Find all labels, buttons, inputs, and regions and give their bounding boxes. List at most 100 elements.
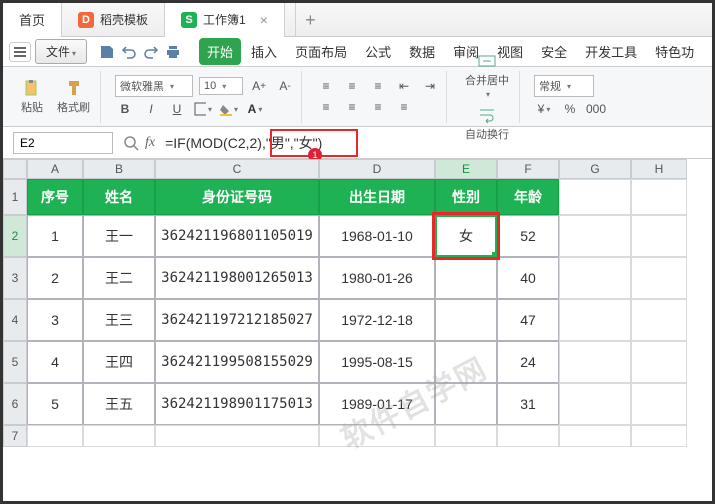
cell[interactable] — [631, 383, 687, 425]
decrease-font-button[interactable]: A- — [275, 77, 295, 95]
underline-button[interactable]: U — [167, 100, 187, 118]
row-6[interactable]: 6 — [3, 383, 27, 425]
ribbon-tab-insert[interactable]: 插入 — [243, 38, 285, 65]
cell[interactable]: 47 — [497, 299, 559, 341]
align-top-button[interactable]: ≡ — [316, 77, 336, 95]
header-cell[interactable]: 身份证号码 — [155, 179, 319, 215]
cell[interactable]: 1995-08-15 — [319, 341, 435, 383]
indent-left-button[interactable]: ⇤ — [394, 77, 414, 95]
row-4[interactable]: 4 — [3, 299, 27, 341]
italic-button[interactable]: I — [141, 100, 161, 118]
formula-input[interactable]: =IF(MOD(C2,2),"男","女") — [161, 131, 326, 155]
header-cell[interactable]: 性别 — [435, 179, 497, 215]
number-format-select[interactable]: 常规 — [534, 75, 594, 97]
cell[interactable] — [319, 425, 435, 447]
row-3[interactable]: 3 — [3, 257, 27, 299]
cell[interactable]: 1968-01-10 — [319, 215, 435, 257]
row-5[interactable]: 5 — [3, 341, 27, 383]
col-D[interactable]: D — [319, 159, 435, 179]
cell[interactable]: 1980-01-26 — [319, 257, 435, 299]
cell[interactable] — [631, 299, 687, 341]
cell[interactable]: 王四 — [83, 341, 155, 383]
cell[interactable] — [435, 341, 497, 383]
cell[interactable]: 2 — [27, 257, 83, 299]
file-menu[interactable]: 文件 — [35, 39, 87, 64]
cell[interactable] — [435, 257, 497, 299]
ribbon-tab-special[interactable]: 特色功 — [647, 38, 702, 65]
cell[interactable] — [559, 341, 631, 383]
cell[interactable] — [559, 299, 631, 341]
cell[interactable] — [27, 425, 83, 447]
cell[interactable]: 362421197212185027 — [155, 299, 319, 341]
name-box[interactable] — [13, 132, 113, 154]
cell[interactable] — [435, 425, 497, 447]
font-select[interactable]: 微软雅黑 — [115, 75, 193, 97]
cell[interactable] — [631, 425, 687, 447]
cell[interactable] — [631, 215, 687, 257]
cell[interactable]: 1989-01-17 — [319, 383, 435, 425]
format-painter-button[interactable]: 格式刷 — [53, 77, 94, 117]
cell[interactable]: 王五 — [83, 383, 155, 425]
col-H[interactable]: H — [631, 159, 687, 179]
cell[interactable] — [559, 179, 631, 215]
cell[interactable]: 王三 — [83, 299, 155, 341]
cell[interactable] — [435, 299, 497, 341]
fx-icon[interactable]: fx — [145, 135, 155, 151]
cell[interactable]: 52 — [497, 215, 559, 257]
tab-home[interactable]: 首页 — [3, 3, 62, 37]
search-icon[interactable] — [123, 135, 139, 151]
cell[interactable] — [631, 179, 687, 215]
cell[interactable]: 362421198001265013 — [155, 257, 319, 299]
cell[interactable]: 1972-12-18 — [319, 299, 435, 341]
font-size-select[interactable]: 10 — [199, 77, 243, 95]
cell[interactable]: 362421198901175013 — [155, 383, 319, 425]
cell[interactable]: 31 — [497, 383, 559, 425]
cell[interactable]: 王一 — [83, 215, 155, 257]
align-middle-button[interactable]: ≡ — [342, 77, 362, 95]
bold-button[interactable]: B — [115, 100, 135, 118]
cell[interactable] — [559, 425, 631, 447]
ribbon-tab-security[interactable]: 安全 — [533, 38, 575, 65]
ribbon-tab-start[interactable]: 开始 — [199, 38, 241, 65]
border-button[interactable] — [193, 100, 213, 118]
save-icon[interactable] — [99, 44, 115, 60]
cell[interactable]: 5 — [27, 383, 83, 425]
cell[interactable]: 4 — [27, 341, 83, 383]
cell[interactable]: 1 — [27, 215, 83, 257]
new-tab-button[interactable]: + — [295, 3, 325, 37]
cell[interactable] — [631, 257, 687, 299]
justify-button[interactable]: ≡ — [394, 98, 414, 116]
indent-right-button[interactable]: ⇥ — [420, 77, 440, 95]
cell[interactable] — [83, 425, 155, 447]
font-color-button[interactable]: A — [245, 100, 265, 118]
select-all-corner[interactable] — [3, 159, 27, 179]
header-cell[interactable]: 出生日期 — [319, 179, 435, 215]
header-cell[interactable]: 姓名 — [83, 179, 155, 215]
cell[interactable]: 40 — [497, 257, 559, 299]
comma-button[interactable]: 000 — [586, 100, 606, 118]
cell[interactable] — [497, 425, 559, 447]
align-center-button[interactable]: ≡ — [342, 98, 362, 116]
cell[interactable]: 362421196801105019 — [155, 215, 319, 257]
print-icon[interactable] — [165, 44, 181, 60]
cell-E2[interactable]: 女 — [435, 215, 497, 257]
align-bottom-button[interactable]: ≡ — [368, 77, 388, 95]
col-G[interactable]: G — [559, 159, 631, 179]
align-right-button[interactable]: ≡ — [368, 98, 388, 116]
ribbon-tab-dev[interactable]: 开发工具 — [577, 38, 645, 65]
tab-template[interactable]: D 稻壳模板 — [62, 3, 165, 37]
row-1[interactable]: 1 — [3, 179, 27, 215]
cell[interactable] — [559, 215, 631, 257]
col-B[interactable]: B — [83, 159, 155, 179]
hamburger-icon[interactable] — [9, 42, 31, 62]
header-cell[interactable]: 序号 — [27, 179, 83, 215]
cell[interactable]: 24 — [497, 341, 559, 383]
increase-font-button[interactable]: A+ — [249, 77, 269, 95]
undo-icon[interactable] — [121, 44, 137, 60]
cell[interactable] — [559, 257, 631, 299]
cell[interactable]: 3 — [27, 299, 83, 341]
fill-color-button[interactable] — [219, 100, 239, 118]
ribbon-tab-formula[interactable]: 公式 — [357, 38, 399, 65]
cell[interactable] — [631, 341, 687, 383]
cell[interactable]: 362421199508155029 — [155, 341, 319, 383]
